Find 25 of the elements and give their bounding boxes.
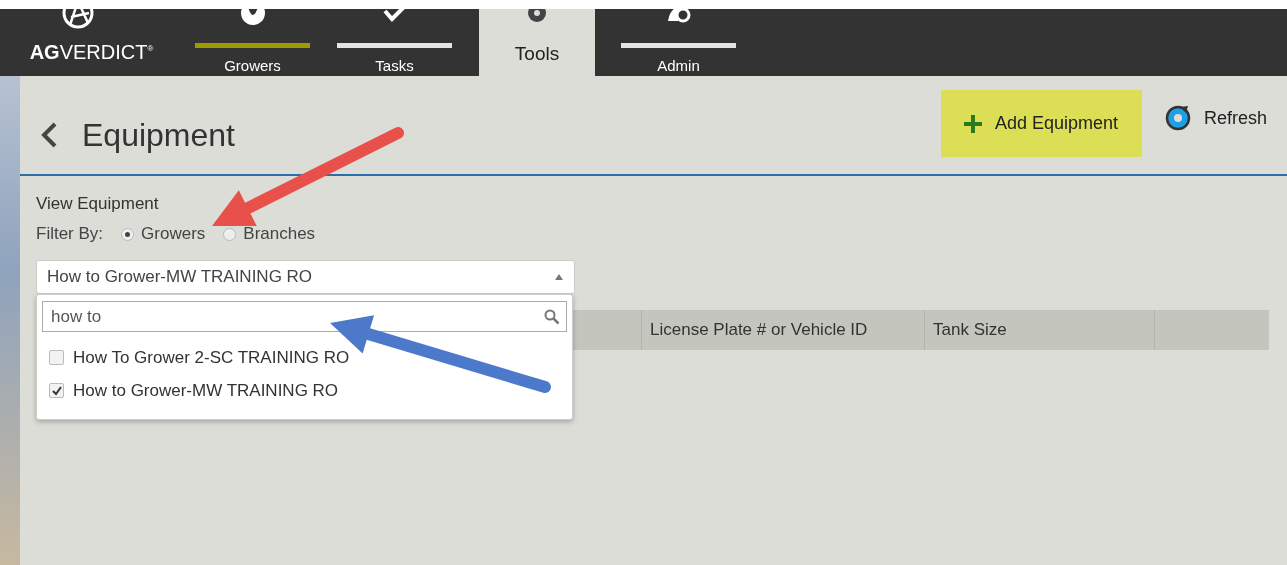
grower-dropdown[interactable]: How to Grower-MW TRAINING RO [36, 260, 575, 294]
column-header: Tank Size [924, 310, 1154, 350]
caret-icon [554, 273, 564, 281]
radio-option[interactable]: Growers [121, 224, 206, 244]
search-icon [544, 309, 560, 325]
dropdown-option[interactable]: How To Grower 2-SC TRAINING RO [73, 347, 350, 368]
nav-tab[interactable]: Tasks [337, 9, 452, 76]
plus-icon [962, 113, 983, 134]
logo-text: AGVERDICT$^{®}$ [29, 41, 154, 64]
refresh-icon [1163, 104, 1192, 132]
nav-tab[interactable]: Tools [479, 9, 595, 76]
search-field[interactable]: how to [42, 301, 567, 332]
checkbox[interactable] [49, 350, 64, 365]
refresh-button[interactable]: Refresh [1149, 90, 1287, 146]
back-chevron-icon [40, 121, 58, 149]
radio-option[interactable]: Branches [223, 224, 316, 244]
nav-tab[interactable]: Admin [621, 9, 736, 76]
column-header: License Plate # or Vehicle ID [641, 310, 924, 350]
section-heading: View Equipment [36, 194, 160, 214]
nav-tab[interactable]: Growers [195, 9, 310, 76]
page-title: Equipment [82, 116, 235, 154]
add-equipment-button[interactable]: Add Equipment [940, 90, 1142, 157]
checkbox[interactable] [49, 383, 64, 398]
dropdown-option[interactable]: How to Grower-MW TRAINING RO [73, 380, 339, 401]
filter-label: Filter By: [36, 224, 104, 244]
